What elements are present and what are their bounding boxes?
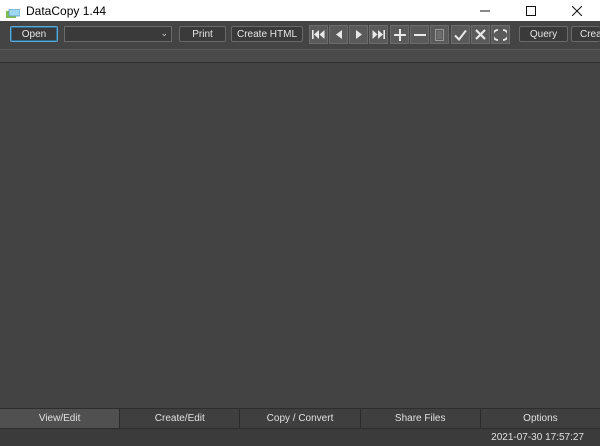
add-record-icon[interactable]	[390, 25, 409, 44]
previous-record-icon[interactable]	[329, 25, 348, 44]
title-bar: DataCopy 1.44	[0, 0, 600, 21]
create-html-button[interactable]: Create HTML	[231, 26, 303, 42]
main-window: Open ⌄ Print Create HTML Query Crea View…	[0, 21, 600, 446]
print-button[interactable]: Print	[179, 26, 226, 42]
tab-share-files[interactable]: Share Files	[360, 409, 481, 428]
window-controls	[462, 0, 600, 21]
app-icon	[6, 6, 21, 18]
edit-record-icon[interactable]	[430, 25, 449, 44]
next-record-icon[interactable]	[349, 25, 368, 44]
toolbar: Open ⌄ Print Create HTML Query Crea	[0, 21, 600, 49]
minimize-icon[interactable]	[462, 0, 508, 21]
chevron-down-icon: ⌄	[160, 28, 168, 38]
bottom-tabs: View/Edit Create/Edit Copy / Convert Sha…	[0, 408, 600, 428]
content-area[interactable]	[0, 63, 600, 408]
confirm-icon[interactable]	[451, 25, 470, 44]
query-button[interactable]: Query	[519, 26, 568, 42]
tab-copy-convert[interactable]: Copy / Convert	[240, 409, 361, 428]
toolbar-separator-strip	[0, 49, 600, 63]
status-bar: 2021-07-30 17:57:27	[0, 428, 600, 446]
first-record-icon[interactable]	[309, 25, 328, 44]
tab-options[interactable]: Options	[480, 409, 600, 428]
maximize-icon[interactable]	[508, 0, 554, 21]
create-button[interactable]: Crea	[571, 26, 600, 42]
tab-view-edit[interactable]: View/Edit	[0, 409, 121, 428]
status-timestamp: 2021-07-30 17:57:27	[491, 432, 584, 443]
close-icon[interactable]	[554, 0, 600, 21]
last-record-icon[interactable]	[369, 25, 388, 44]
open-button[interactable]: Open	[10, 26, 58, 42]
window-title: DataCopy 1.44	[26, 3, 107, 18]
tab-create-edit[interactable]: Create/Edit	[120, 409, 241, 428]
file-combo[interactable]: ⌄	[64, 26, 172, 42]
cancel-icon[interactable]	[471, 25, 490, 44]
remove-record-icon[interactable]	[410, 25, 429, 44]
refresh-icon[interactable]	[491, 25, 510, 44]
